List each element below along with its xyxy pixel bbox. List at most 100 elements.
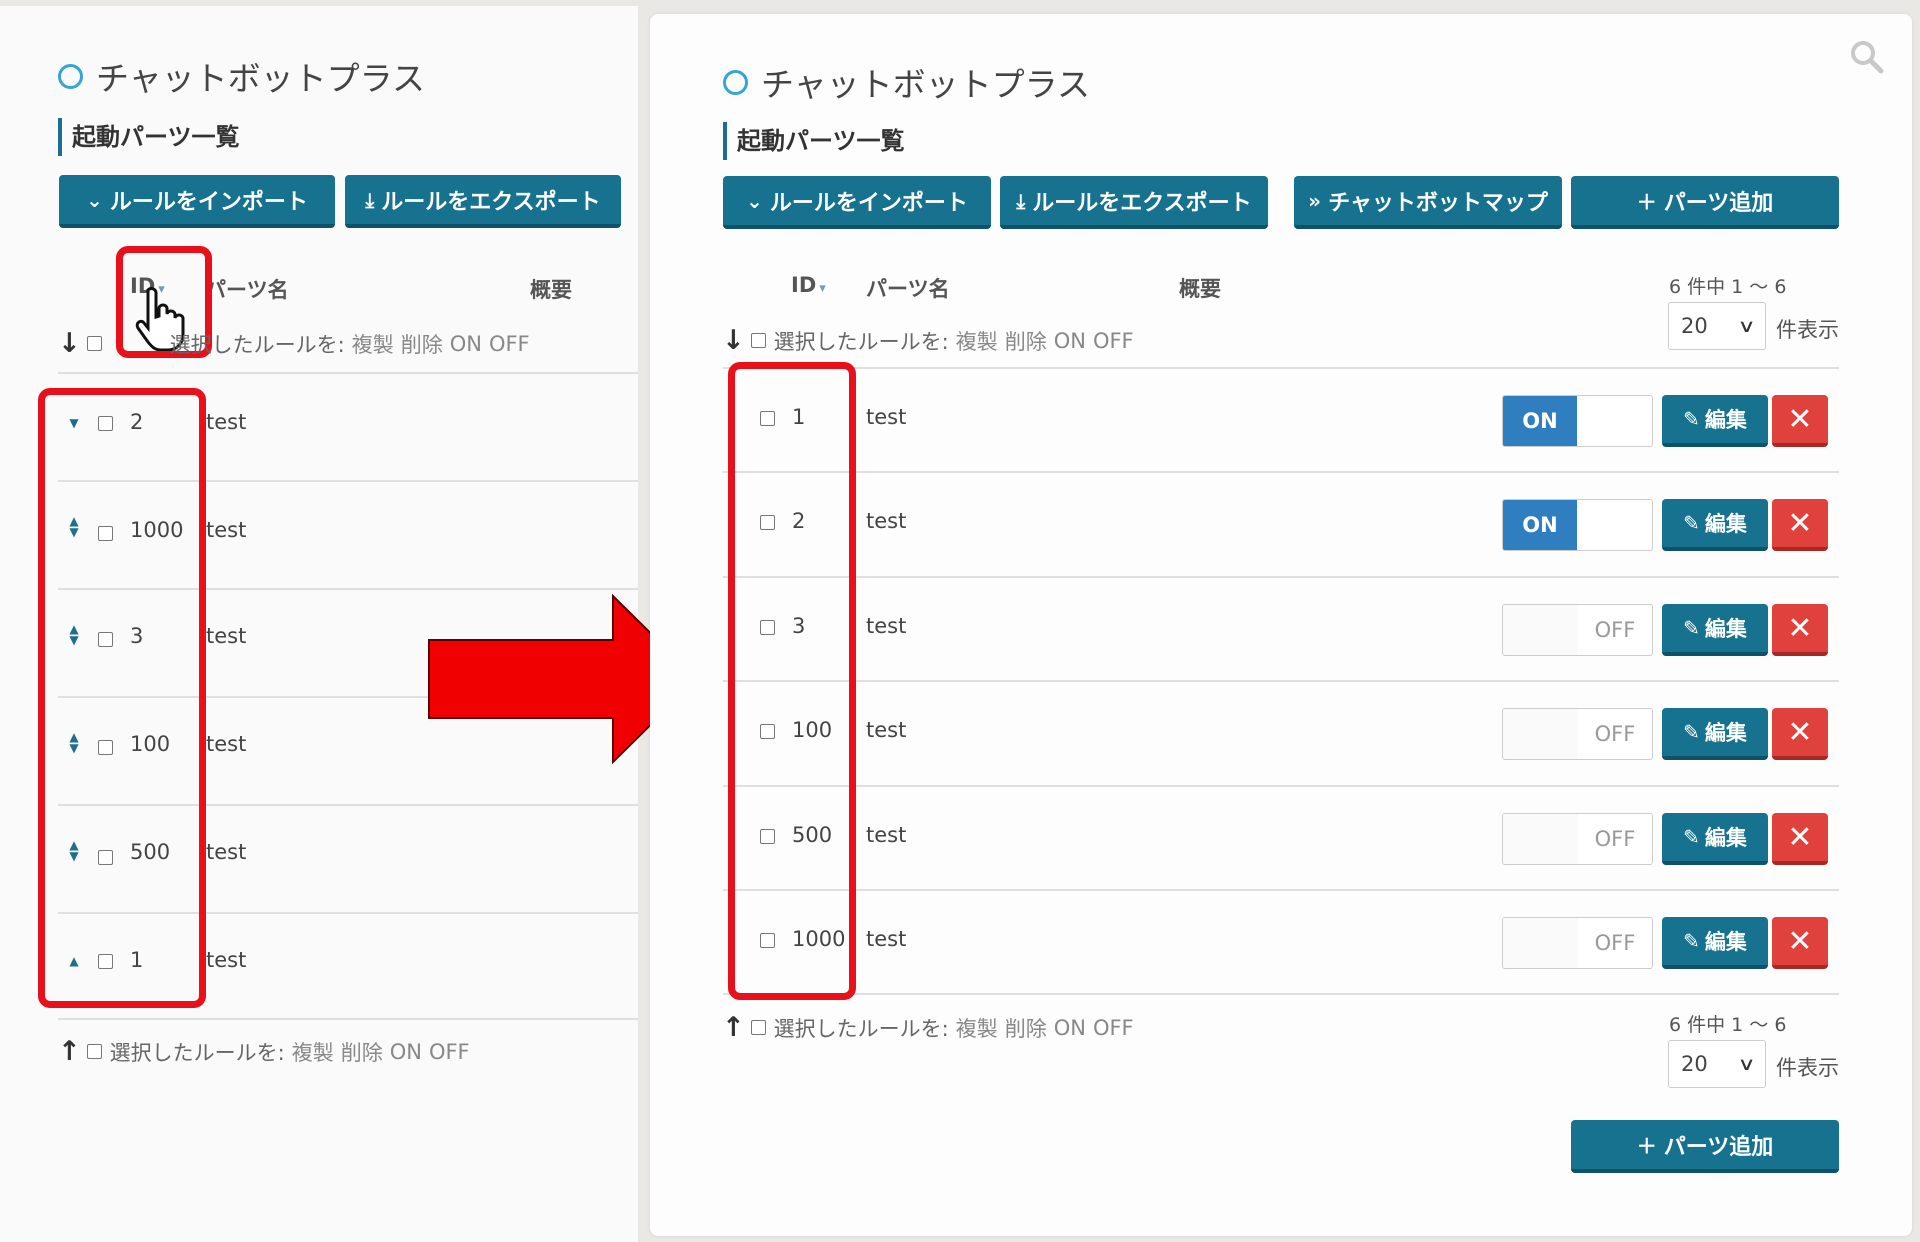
bulk-actions-bottom-right: ↑ 選択したルールを: 複製 削除 ON OFF: [722, 1012, 1134, 1043]
search-icon[interactable]: [1850, 40, 1884, 74]
highlight-right-ids: [728, 362, 856, 1000]
double-chevron-icon: »: [1308, 188, 1322, 213]
row-name: test: [206, 624, 247, 648]
delete-action[interactable]: 削除: [1005, 326, 1047, 356]
arrow-down-icon: ↓: [58, 328, 81, 359]
status-toggle[interactable]: OFF: [1502, 813, 1653, 865]
chevron-down-icon: ⌄: [86, 187, 103, 212]
export-button[interactable]: ⤓ ルールをエクスポート: [1000, 176, 1268, 229]
table-row: 3 test OFF ✎ 編集 ✕: [723, 578, 1839, 680]
status-toggle[interactable]: ON: [1502, 499, 1653, 551]
status-toggle[interactable]: OFF: [1502, 708, 1653, 760]
close-icon: ✕: [1787, 819, 1813, 855]
on-action[interactable]: ON: [390, 1040, 422, 1064]
pencil-icon: ✎: [1683, 511, 1700, 535]
duplicate-action[interactable]: 複製: [352, 329, 394, 359]
select-all-checkbox[interactable]: [86, 336, 102, 351]
arrow-up-icon: ↑: [722, 1012, 745, 1043]
select-all-checkbox[interactable]: [86, 1044, 102, 1059]
status-toggle[interactable]: OFF: [1502, 917, 1653, 969]
plus-icon: ＋: [1636, 190, 1657, 214]
export-button[interactable]: ⤓ ルールをエクスポート: [345, 175, 621, 228]
delete-button[interactable]: ✕: [1772, 708, 1828, 760]
column-header-name[interactable]: パーツ名: [205, 274, 289, 304]
row-name: test: [206, 732, 247, 756]
off-action[interactable]: OFF: [489, 332, 530, 356]
per-page-select[interactable]: 20 ∨: [1668, 302, 1766, 350]
arrow-down-icon: ↓: [722, 325, 745, 356]
edit-button[interactable]: ✎ 編集: [1662, 395, 1768, 447]
duplicate-action[interactable]: 複製: [956, 326, 998, 356]
pencil-icon: ✎: [1683, 407, 1700, 431]
import-button[interactable]: ⌄ ルールをインポート: [723, 176, 991, 229]
select-all-checkbox[interactable]: [750, 1020, 766, 1035]
delete-button[interactable]: ✕: [1772, 395, 1828, 447]
edit-button[interactable]: ✎ 編集: [1662, 499, 1768, 551]
import-button[interactable]: ⌄ ルールをインポート: [59, 175, 335, 228]
status-toggle[interactable]: ON: [1502, 395, 1653, 447]
on-action[interactable]: ON: [450, 332, 482, 356]
pencil-icon: ✎: [1683, 720, 1700, 744]
delete-action[interactable]: 削除: [341, 1037, 383, 1067]
row-name: test: [866, 718, 907, 742]
pencil-icon: ✎: [1683, 616, 1700, 640]
row-name: test: [866, 509, 907, 533]
off-action[interactable]: OFF: [1093, 329, 1134, 353]
select-all-checkbox[interactable]: [750, 333, 766, 348]
column-header-id[interactable]: ID ▾: [791, 273, 826, 297]
row-name: test: [206, 518, 247, 542]
table-row: 100 test OFF ✎ 編集 ✕: [723, 682, 1839, 784]
on-action[interactable]: ON: [1054, 1016, 1086, 1040]
close-icon: ✕: [1787, 714, 1813, 750]
per-page-select[interactable]: 20 ∨: [1668, 1040, 1766, 1088]
chatbot-map-button[interactable]: » チャットボットマップ: [1294, 176, 1562, 229]
close-icon: ✕: [1787, 923, 1813, 959]
duplicate-action[interactable]: 複製: [292, 1037, 334, 1067]
on-action[interactable]: ON: [1054, 329, 1086, 353]
circle-icon: [723, 69, 748, 95]
status-toggle[interactable]: OFF: [1502, 604, 1653, 656]
chevron-down-icon: ∨: [1737, 1053, 1756, 1075]
pencil-icon: ✎: [1683, 825, 1700, 849]
off-action[interactable]: OFF: [429, 1040, 470, 1064]
row-name: test: [206, 948, 247, 972]
app-title: チャットボットプラス: [58, 52, 425, 100]
delete-button[interactable]: ✕: [1772, 499, 1828, 551]
edit-button[interactable]: ✎ 編集: [1662, 813, 1768, 865]
column-header-name[interactable]: パーツ名: [866, 273, 950, 303]
delete-action[interactable]: 削除: [1005, 1013, 1047, 1043]
edit-button[interactable]: ✎ 編集: [1662, 708, 1768, 760]
plus-icon: ＋: [1636, 1134, 1657, 1158]
section-title: 起動パーツ一覧: [723, 122, 905, 160]
per-page-label: 件表示: [1776, 318, 1839, 342]
row-name: test: [866, 405, 907, 429]
delete-action[interactable]: 削除: [401, 329, 443, 359]
table-row: 1000 test OFF ✎ 編集 ✕: [723, 891, 1839, 993]
close-icon: ✕: [1787, 401, 1813, 437]
off-action[interactable]: OFF: [1093, 1016, 1134, 1040]
divider: [723, 993, 1839, 995]
row-name: test: [866, 823, 907, 847]
delete-button[interactable]: ✕: [1772, 604, 1828, 656]
download-icon: ⤓: [1016, 188, 1026, 213]
column-header-summary: 概要: [1179, 277, 1221, 301]
table-row: 500 test OFF ✎ 編集 ✕: [723, 787, 1839, 889]
download-icon: ⤓: [365, 187, 375, 212]
duplicate-action[interactable]: 複製: [956, 1013, 998, 1043]
edit-button[interactable]: ✎ 編集: [1662, 917, 1768, 969]
close-icon: ✕: [1787, 505, 1813, 541]
delete-button[interactable]: ✕: [1772, 813, 1828, 865]
row-name: test: [206, 840, 247, 864]
add-parts-button[interactable]: ＋パーツ追加: [1571, 176, 1839, 229]
sort-icon: ▾: [819, 281, 826, 296]
delete-button[interactable]: ✕: [1772, 917, 1828, 969]
row-name: test: [866, 614, 907, 638]
edit-button[interactable]: ✎ 編集: [1662, 604, 1768, 656]
pagination-info: 6 件中 1 〜 6: [1669, 276, 1787, 298]
close-icon: ✕: [1787, 610, 1813, 646]
highlight-left-ids: [38, 388, 206, 1008]
chevron-down-icon: ⌄: [746, 188, 763, 213]
circle-icon: [58, 63, 83, 89]
pencil-icon: ✎: [1683, 929, 1700, 953]
add-parts-button-bottom[interactable]: ＋パーツ追加: [1571, 1120, 1839, 1173]
